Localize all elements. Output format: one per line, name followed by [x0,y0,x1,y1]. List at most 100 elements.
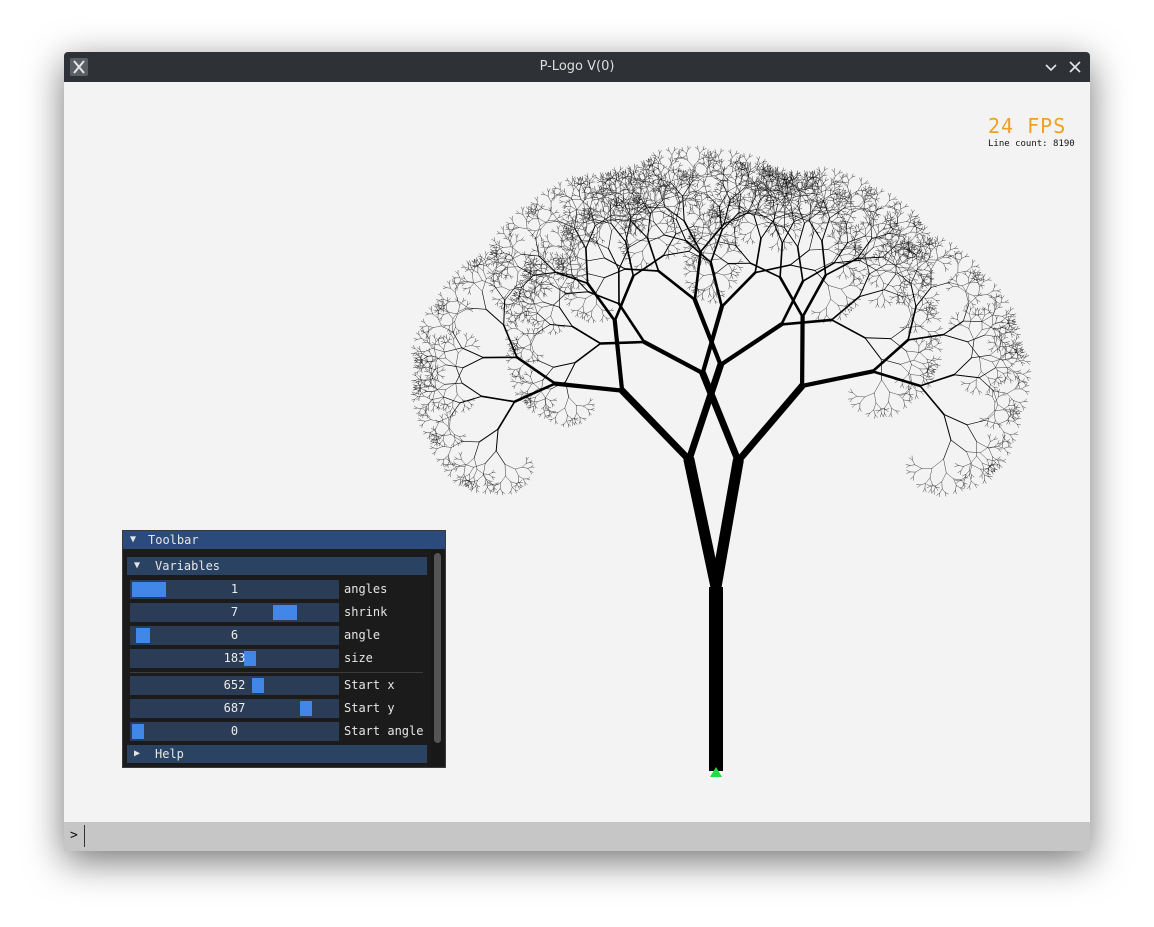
tree-branch [913,352,919,361]
tree-branch [892,285,900,287]
tree-branch [495,246,497,250]
tree-branch [723,235,732,237]
tree-branch [482,490,486,493]
tree-branch [897,257,900,265]
tree-branch [778,248,782,252]
tree-branch [489,259,494,263]
tree-branch [549,252,552,256]
tree-branch [425,312,429,315]
tree-branch [439,299,444,301]
tree-branch [908,364,912,375]
tree-branch [599,189,602,193]
tree-branch [453,440,456,445]
tree-branch [883,227,891,229]
tree-branch [696,202,698,207]
tree-branch [548,289,552,292]
tree-branch [830,319,866,339]
tree-branch [484,450,497,464]
tree-branch [714,241,716,247]
tree-branch [687,146,691,150]
tree-branch [885,408,890,410]
tree-branch [508,227,511,232]
tree-branch [525,303,529,307]
tree-branch [531,258,534,262]
tree-branch [472,273,474,283]
tree-branch [567,286,571,290]
tree-branch [438,405,440,410]
tree-branch [512,258,514,265]
tree-branch [436,458,440,460]
tree-branch [466,260,469,265]
tree-branch [903,287,907,291]
tree-branch [849,222,853,226]
tree-branch [554,421,557,425]
tree-branch [833,259,861,264]
tree-branch [463,288,467,291]
tree-branch [610,202,614,206]
tree-branch [838,213,847,225]
tree-branch [620,167,624,171]
tree-branch [909,271,912,275]
tree-branch [920,391,924,395]
tree-branch [591,408,595,410]
tree-branch [429,447,434,449]
tree-branch [414,378,419,381]
tree-branch [567,256,576,260]
tree-branch [550,210,559,222]
tree-branch [796,179,801,181]
tree-branch [443,312,450,315]
tree-branch [541,304,554,308]
tree-branch [531,379,544,385]
tree-branch [530,306,534,309]
close-button[interactable] [1065,57,1085,77]
tree-branch [514,344,519,348]
tree-branch [454,410,458,413]
tree-branch [457,394,463,401]
tree-branch [892,240,896,244]
tree-branch [556,187,561,190]
tree-branch [513,303,520,306]
tree-branch [516,239,522,242]
tree-branch [902,296,913,309]
tree-branch [569,256,573,276]
tree-branch [417,363,421,366]
tree-branch [704,288,710,291]
tree-branch [532,382,539,389]
tree-branch [648,170,650,175]
tree-branch [594,175,598,179]
tree-branch [478,258,482,261]
tree-branch [919,347,928,353]
minimize-button[interactable] [1041,57,1061,77]
tree-branch [561,217,565,220]
drawing-canvas[interactable]: 24 FPS Line count: 8190 ▼ Toolbar ▼ Vari… [64,82,1090,822]
tree-branch [510,481,517,484]
tree-branch [515,393,519,396]
tree-branch [452,277,456,280]
tree-branch [535,324,551,334]
tree-branch [913,360,923,364]
tree-branch [678,150,680,155]
tree-branch [553,399,557,402]
tree-branch [522,390,528,395]
tree-branch [421,404,425,408]
tree-branch [605,183,608,189]
tree-branch [449,469,452,475]
tree-branch [729,275,732,280]
tree-branch [599,319,603,322]
title-bar[interactable]: P-Logo V(0) [64,52,1090,82]
tree-branch [743,203,746,209]
tree-branch [932,307,937,309]
tree-branch [817,186,821,190]
tree-branch [852,231,856,234]
tree-branch [645,177,647,185]
tree-branch [483,473,490,475]
tree-branch [568,396,577,406]
tree-branch [557,255,562,259]
tree-branch [467,484,469,488]
tree-branch [464,268,469,271]
tree-branch [852,217,855,221]
tree-branch [487,487,491,491]
tree-branch [535,273,537,279]
tree-branch [513,264,519,273]
tree-branch [760,193,762,199]
